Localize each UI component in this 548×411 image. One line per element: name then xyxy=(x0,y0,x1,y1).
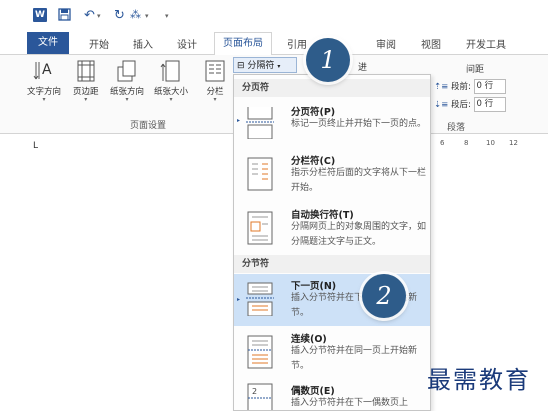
menu-item-title: 连续(O) xyxy=(291,334,327,345)
customize-qa-icon[interactable]: ▾ xyxy=(165,12,169,20)
menu-item-even-page[interactable]: 2 偶数页(E) 插入分节符并在下一偶数页上 xyxy=(234,379,430,410)
menu-item-title: 自动换行符(T) xyxy=(291,210,354,221)
menu-item-text-wrapping-break[interactable]: 自动换行符(T) 分隔网页上的对象周围的文字，如分隔题注文字与正文。 xyxy=(234,203,430,255)
tab-developer[interactable]: 开发工具 xyxy=(466,36,506,51)
format-painter-icon[interactable]: ⁂ xyxy=(130,8,141,21)
text-direction-icon: A xyxy=(33,62,52,80)
ruler-number: 12 xyxy=(509,139,518,147)
menu-item-desc: 指示分栏符后面的文字将从下一栏开始。 xyxy=(291,168,427,193)
quick-access-toolbar: W ↶ ▾ ↻ ⁂ ▾ ▾ xyxy=(0,0,548,30)
spacing-before-input[interactable]: 0 行 xyxy=(473,79,506,94)
columns-button[interactable]: 分栏 ▾ xyxy=(204,57,226,103)
menu-item-desc: 分隔网页上的对象周围的文字，如分隔题注文字与正文。 xyxy=(291,222,427,247)
tab-insert[interactable]: 插入 xyxy=(133,36,153,51)
word-logo-icon: W xyxy=(33,8,47,22)
columns-icon xyxy=(205,60,225,82)
continuous-icon xyxy=(247,335,273,369)
callout-step-2: 2 xyxy=(362,274,406,318)
spacing-label: 间距 xyxy=(466,65,485,75)
breaks-menu: 分页符 ▸ 分页符(P) 标记一页终止并开始下一页的点。 分栏符(C) 指示分栏… xyxy=(233,74,431,411)
undo-icon[interactable]: ↶ xyxy=(84,8,95,23)
spacing-after-label: 段后: xyxy=(450,100,471,110)
menu-item-page-break[interactable]: ▸ 分页符(P) 标记一页终止并开始下一页的点。 xyxy=(234,99,430,147)
next-page-icon xyxy=(246,282,274,316)
page-setup-group-label: 页面设置 xyxy=(130,121,167,131)
size-button[interactable]: 纸张大小 ▾ xyxy=(154,57,188,103)
tab-home[interactable]: 开始 xyxy=(89,36,109,51)
spacing-before-label: 段前: xyxy=(450,82,471,92)
menu-item-title: 下一页(N) xyxy=(291,281,337,292)
undo-dropdown-icon[interactable]: ▾ xyxy=(97,12,101,20)
margins-button[interactable]: 页边距 ▾ xyxy=(73,57,99,103)
watermark-logo: 最需教育 xyxy=(427,366,531,394)
ruler-number: 10 xyxy=(486,139,495,147)
ruler-number: 8 xyxy=(464,139,469,147)
tab-file[interactable]: 文件 xyxy=(27,32,69,54)
orientation-icon xyxy=(117,60,136,82)
breaks-dropdown-icon: ▾ xyxy=(277,63,281,70)
column-break-icon xyxy=(247,157,273,191)
tab-references[interactable]: 引用 xyxy=(287,36,307,51)
ribbon-tabs: 文件 开始 插入 设计 页面布局 引用 审阅 视图 开发工具 xyxy=(0,32,548,56)
menu-item-title: 分栏符(C) xyxy=(291,156,336,167)
tab-view[interactable]: 视图 xyxy=(421,36,441,51)
spacing-after-row: ⇣≡ 段后: 0 行 xyxy=(434,97,506,112)
redo-icon[interactable]: ↻ xyxy=(114,8,125,23)
page-breaks-header: 分页符 xyxy=(234,79,430,97)
format-dropdown-icon[interactable]: ▾ xyxy=(145,12,149,20)
menu-item-desc: 插入分节符并在下一偶数页上 xyxy=(291,398,409,408)
callout-step-1: 1 xyxy=(306,38,350,82)
spacing-after-icon: ⇣≡ xyxy=(434,100,449,110)
menu-item-desc: 插入分节符并在同一页上开始新节。 xyxy=(291,346,418,371)
spacing-before-row: ⇡≡ 段前: 0 行 xyxy=(434,79,506,94)
tab-page-layout[interactable]: 页面布局 xyxy=(214,32,272,56)
menu-item-desc: 标记一页终止并开始下一页的点。 xyxy=(291,119,427,129)
tab-review[interactable]: 审阅 xyxy=(376,36,396,51)
menu-item-desc: 插入分节符并在下一页上开始新节。 xyxy=(291,293,418,318)
menu-item-column-break[interactable]: 分栏符(C) 指示分栏符后面的文字将从下一栏开始。 xyxy=(234,149,430,201)
tab-design[interactable]: 设计 xyxy=(177,36,197,51)
paragraph-group-label: 段落 xyxy=(447,123,466,133)
svg-text:A: A xyxy=(42,62,52,78)
save-icon[interactable] xyxy=(58,8,71,25)
tab-selector[interactable]: L xyxy=(33,141,38,151)
even-page-icon: 2 xyxy=(247,383,273,410)
ruler-number: 6 xyxy=(440,139,445,147)
svg-text:2: 2 xyxy=(252,387,257,396)
breaks-icon: ⊟ xyxy=(237,61,245,71)
section-breaks-header: 分节符 xyxy=(234,255,430,273)
page-size-icon xyxy=(160,60,180,82)
menu-item-title: 分页符(P) xyxy=(291,107,336,118)
margins-icon xyxy=(77,60,95,82)
line-numbers-partial-label: 进 xyxy=(358,63,368,73)
text-wrapping-break-icon xyxy=(247,211,273,245)
spacing-before-icon: ⇡≡ xyxy=(434,82,449,92)
breaks-label: 分隔符 xyxy=(247,61,275,71)
page-break-icon xyxy=(246,107,274,139)
text-direction-button[interactable]: A 文字方向 ▾ xyxy=(27,57,61,103)
orientation-button[interactable]: 纸张方向 ▾ xyxy=(110,57,144,103)
breaks-button[interactable]: ⊟ 分隔符 ▾ xyxy=(233,57,297,73)
menu-item-title: 偶数页(E) xyxy=(291,386,335,397)
menu-item-continuous[interactable]: 连续(O) 插入分节符并在同一页上开始新节。 xyxy=(234,327,430,379)
spacing-after-input[interactable]: 0 行 xyxy=(473,97,506,112)
